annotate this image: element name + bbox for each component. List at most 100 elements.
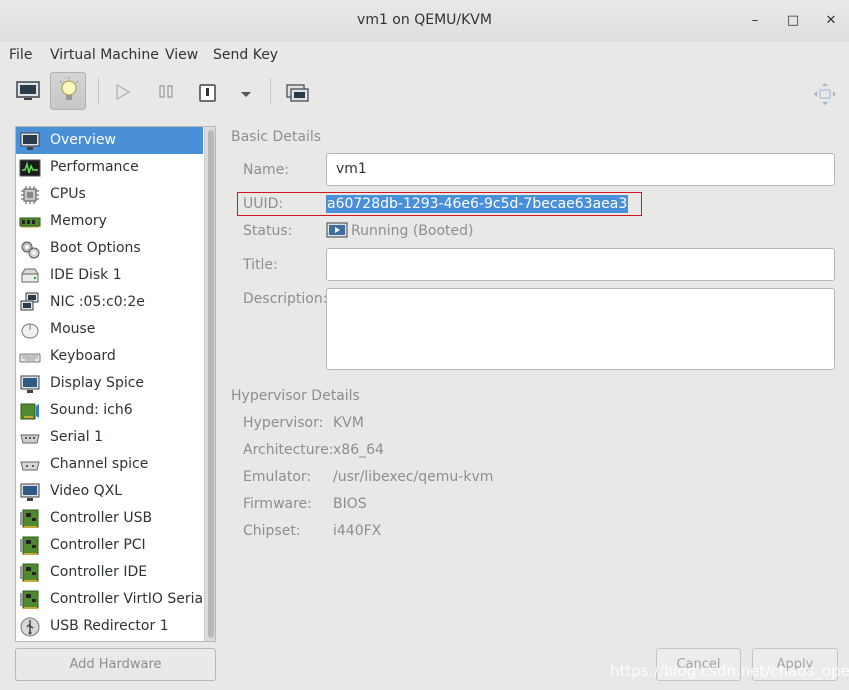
chipset-value: i440FX — [333, 523, 382, 539]
sidebar-item-label: Boot Options — [50, 240, 141, 256]
disk-drive-icon — [21, 268, 39, 283]
sidebar-item-cpus[interactable]: CPUs — [16, 181, 203, 208]
scrollbar-thumb[interactable] — [208, 130, 214, 638]
chevron-down-icon — [241, 92, 251, 97]
menu-view[interactable]: View — [165, 47, 198, 63]
title-input[interactable] — [326, 248, 835, 281]
hypervisor-details-title: Hypervisor Details — [231, 388, 360, 404]
status-label: Status: — [243, 223, 293, 239]
sidebar-item-nic-05-c0-2e[interactable]: NIC :05:c0:2e — [16, 289, 203, 316]
hypervisor-value: KVM — [333, 415, 364, 431]
description-label: Description: — [243, 291, 328, 307]
firmware-value: BIOS — [333, 496, 367, 512]
hardware-list: Overview Performance CPUs Memory Boot Option… — [15, 126, 216, 642]
cpu-chip-icon — [21, 186, 39, 204]
fullscreen-icon — [286, 84, 309, 102]
play-icon — [116, 83, 131, 101]
display-icon — [20, 375, 40, 393]
sidebar-item-label: Performance — [50, 159, 139, 175]
maximize-button[interactable]: □ — [782, 10, 804, 32]
menu-file[interactable]: File — [9, 47, 32, 63]
sidebar-item-mouse[interactable]: Mouse — [16, 316, 203, 343]
sidebar-item-boot-options[interactable]: Boot Options — [16, 235, 203, 262]
sidebar-item-keyboard[interactable]: Keyboard — [16, 343, 203, 370]
sidebar-item-controller-pci[interactable]: Controller PCI — [16, 532, 203, 559]
description-textarea[interactable] — [326, 288, 835, 370]
watermark-text: https://blog.csdn.net/chaos_oper — [610, 662, 849, 680]
sidebar-item-label: CPUs — [50, 186, 86, 202]
hardware-list-scrollbar[interactable] — [204, 127, 215, 641]
keyboard-icon — [19, 353, 41, 363]
memory-module-icon — [19, 217, 41, 228]
name-label: Name: — [243, 162, 290, 178]
mouse-icon — [21, 323, 39, 339]
controller-card-icon — [20, 509, 39, 528]
sidebar-item-label: Display Spice — [50, 375, 145, 391]
toolbar — [0, 68, 849, 118]
status-value: Running (Booted) — [351, 223, 474, 239]
menu-virtual-machine[interactable]: Virtual Machine — [50, 47, 159, 63]
sidebar-item-controller-virtio-serial[interactable]: Controller VirtIO Serial — [16, 586, 207, 613]
lightbulb-icon — [59, 77, 79, 100]
sidebar-item-label: Controller IDE — [50, 564, 148, 580]
run-button[interactable] — [105, 72, 141, 110]
details-button[interactable] — [50, 72, 86, 110]
sidebar-item-memory[interactable]: Memory — [16, 208, 203, 235]
sidebar-item-label: Controller PCI — [50, 537, 146, 553]
pause-icon — [159, 85, 173, 98]
sidebar-item-sound-ich6[interactable]: Sound: ich6 — [16, 397, 203, 424]
close-button[interactable]: ✕ — [820, 10, 842, 32]
sidebar-item-performance[interactable]: Performance — [16, 154, 203, 181]
architecture-value: x86_64 — [333, 442, 384, 458]
sidebar-item-channel-spice[interactable]: Channel spice — [16, 451, 203, 478]
minimize-button[interactable]: – — [744, 10, 766, 32]
uuid-value[interactable]: a60728db-1293-46e6-9c5d-7becae63aea3 — [326, 195, 629, 213]
power-icon — [199, 84, 216, 102]
resize-to-vm-button[interactable] — [807, 72, 843, 110]
sidebar-item-serial-1[interactable]: Serial 1 — [16, 424, 203, 451]
shutdown-menu-button[interactable] — [228, 72, 264, 110]
controller-card-icon — [20, 536, 39, 555]
toolbar-separator — [270, 78, 271, 104]
sidebar-item-label: Video QXL — [50, 483, 123, 499]
menu-send-key[interactable]: Send Key — [213, 47, 278, 63]
shutdown-button[interactable] — [190, 72, 226, 110]
sidebar-item-ide-disk-1[interactable]: IDE Disk 1 — [16, 262, 203, 289]
sidebar-item-label: Keyboard — [50, 348, 116, 364]
title-label: Title: — [243, 257, 278, 273]
sidebar-item-label: Overview — [50, 132, 116, 148]
hypervisor-label: Hypervisor: — [243, 415, 324, 431]
sidebar-item-label: Channel spice — [50, 456, 149, 472]
move-arrows-icon — [814, 83, 836, 105]
sidebar-item-overview[interactable]: Overview — [16, 127, 203, 154]
add-hardware-button[interactable]: Add Hardware — [15, 648, 216, 681]
emulator-value: /usr/libexec/qemu-kvm — [333, 469, 494, 485]
console-button[interactable] — [10, 72, 46, 110]
sidebar-item-controller-usb[interactable]: Controller USB — [16, 505, 203, 532]
name-input[interactable]: vm1 — [326, 153, 835, 186]
usb-icon — [20, 617, 40, 637]
title-bar: vm1 on QEMU/KVM – □ ✕ — [0, 0, 849, 42]
sidebar-item-controller-ide[interactable]: Controller IDE — [16, 559, 203, 586]
sidebar-item-display-spice[interactable]: Display Spice — [16, 370, 203, 397]
sidebar-item-label: Controller VirtIO Serial — [50, 591, 207, 607]
fullscreen-button[interactable] — [279, 72, 315, 110]
sidebar-item-label: Controller USB — [50, 510, 153, 526]
sidebar-item-label: USB Redirector 1 — [50, 618, 169, 634]
running-status-icon — [326, 222, 348, 238]
window-title: vm1 on QEMU/KVM — [357, 12, 492, 28]
sidebar-item-video-qxl[interactable]: Video QXL — [16, 478, 203, 505]
sidebar-item-label: Mouse — [50, 321, 96, 337]
sidebar-item-label: IDE Disk 1 — [50, 267, 122, 283]
uuid-label: UUID: — [243, 196, 284, 212]
video-card-icon — [20, 483, 40, 501]
channel-icon — [20, 461, 40, 471]
sidebar-item-label: NIC :05:c0:2e — [50, 294, 145, 310]
sidebar-item-usb-redirector-1[interactable]: USB Redirector 1 — [16, 613, 203, 640]
sidebar-item-label: Serial 1 — [50, 429, 103, 445]
gears-icon — [21, 241, 40, 259]
monitor-icon — [16, 81, 40, 100]
pause-button[interactable] — [148, 72, 184, 110]
architecture-label: Architecture: — [243, 442, 334, 458]
chipset-label: Chipset: — [243, 523, 301, 539]
